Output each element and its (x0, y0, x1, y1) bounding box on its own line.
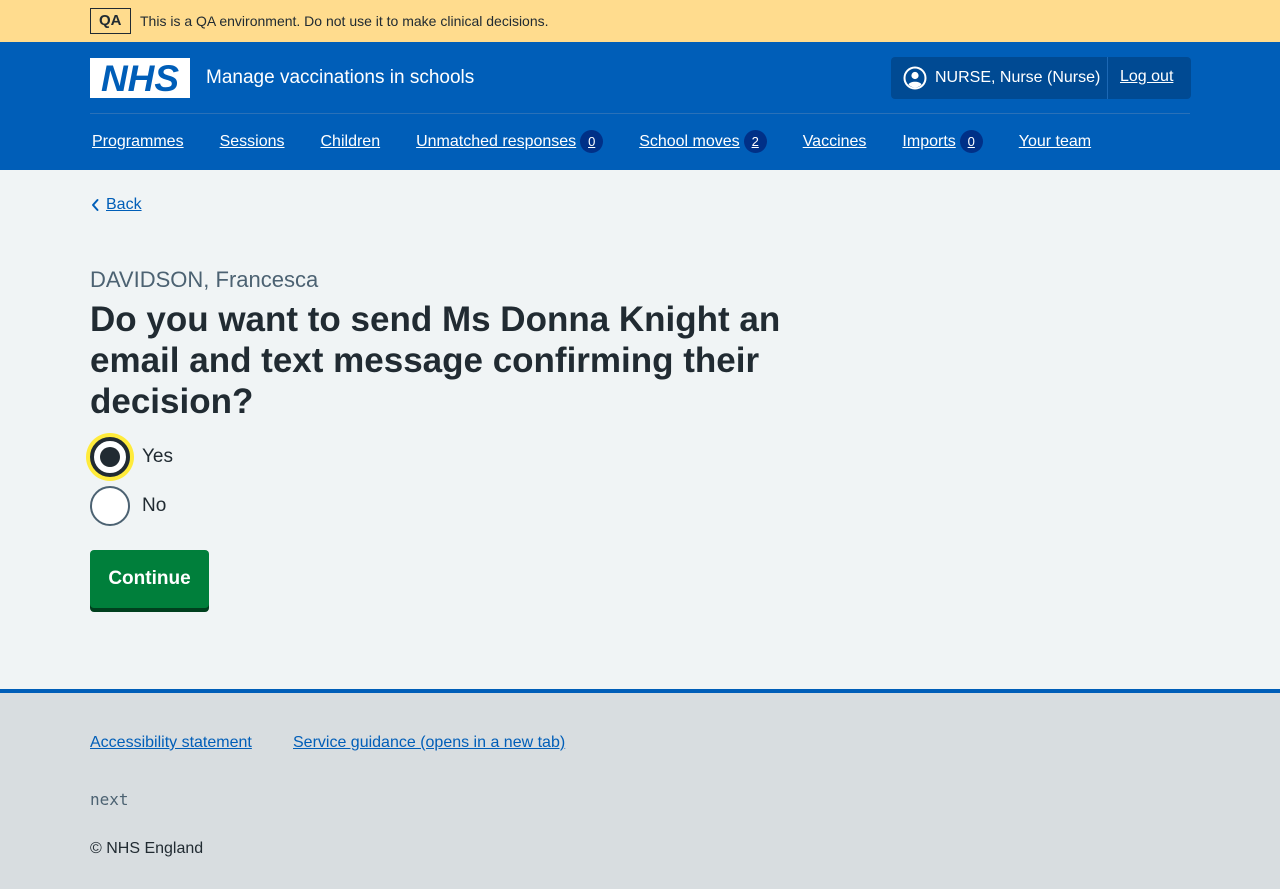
back-link[interactable]: Back (90, 196, 142, 214)
radio-button[interactable] (90, 486, 130, 526)
accessibility-statement-link[interactable]: Accessibility statement (90, 734, 252, 752)
nav-item-unmatched-responses[interactable]: Unmatched responses 0 (416, 130, 604, 153)
svg-text:NHS: NHS (101, 58, 179, 98)
count-badge: 0 (580, 130, 604, 153)
count-badge: 2 (743, 130, 767, 153)
copyright: © NHS England (90, 840, 204, 857)
footer: Accessibility statement Service guidance… (0, 689, 1280, 889)
nhs-logo[interactable]: NHS (90, 58, 190, 98)
radio-label-yes: Yes (142, 446, 173, 467)
radio-option-yes[interactable]: Yes (90, 437, 173, 477)
nav-item-sessions[interactable]: Sessions (220, 133, 285, 151)
back-link-label: Back (106, 196, 142, 213)
patient-name-caption: DAVIDSON, Francesca (90, 267, 319, 292)
nav-item-school-moves[interactable]: School moves 2 (639, 130, 767, 153)
user-circle-icon (903, 66, 927, 90)
account-bar: NURSE, Nurse (Nurse) Log out (891, 57, 1191, 99)
header: NHS Manage vaccinations in schools NURSE… (0, 42, 1280, 170)
environment-tag: QA (90, 8, 131, 34)
environment-banner: QA This is a QA environment. Do not use … (0, 0, 1280, 42)
service-name[interactable]: Manage vaccinations in schools (206, 66, 474, 90)
environment-message: This is a QA environment. Do not use it … (140, 13, 549, 29)
nav-item-your-team[interactable]: Your team (1019, 133, 1091, 151)
account-divider (1107, 57, 1108, 99)
nav-item-programmes[interactable]: Programmes (92, 133, 184, 151)
account-user-name: NURSE, Nurse (Nurse) (935, 69, 1101, 86)
nav-item-vaccines[interactable]: Vaccines (803, 133, 867, 151)
radio-label-no: No (142, 495, 167, 516)
account-user: NURSE, Nurse (Nurse) (903, 57, 1100, 99)
radio-button-selected[interactable] (90, 437, 130, 477)
service-guidance-link[interactable]: Service guidance (opens in a new tab) (293, 734, 565, 752)
chevron-left-icon (92, 199, 99, 211)
header-divider (90, 113, 1190, 114)
radio-dot (100, 447, 120, 467)
nav-item-imports[interactable]: Imports 0 (902, 130, 983, 153)
count-badge: 0 (959, 130, 983, 153)
continue-button[interactable]: Continue (90, 550, 209, 608)
page-title: Do you want to send Ms Donna Knight an e… (90, 300, 781, 421)
primary-navigation: Programmes Sessions Children Unmatched r… (92, 130, 1127, 153)
nav-item-children[interactable]: Children (321, 133, 381, 151)
version-label: next (90, 790, 129, 809)
logout-link[interactable]: Log out (1120, 68, 1173, 86)
nhs-logo-icon: NHS (90, 58, 190, 98)
radio-option-no[interactable]: No (90, 486, 166, 526)
